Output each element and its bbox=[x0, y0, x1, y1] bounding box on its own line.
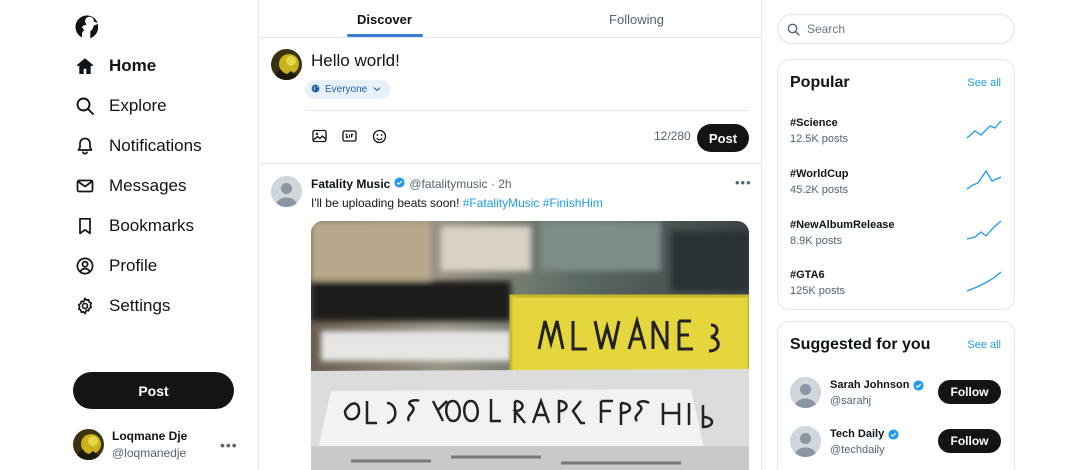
compose-divider bbox=[305, 110, 749, 111]
search-input[interactable] bbox=[807, 22, 997, 36]
suggested-handle: @techdaily bbox=[830, 444, 885, 456]
follow-button[interactable]: Follow bbox=[938, 380, 1001, 404]
post-time: · 2h bbox=[490, 177, 512, 191]
user-circle-icon bbox=[74, 255, 96, 277]
sparkline-icon bbox=[966, 220, 1002, 240]
compose-box: Hello world! Everyone 12/280 Post bbox=[259, 38, 761, 164]
compose-post-button[interactable]: Post bbox=[697, 124, 749, 152]
home-icon bbox=[74, 55, 96, 77]
gear-icon bbox=[74, 295, 96, 317]
main-feed: Discover Following Hello world! Everyone bbox=[259, 0, 762, 470]
author-name[interactable]: Fatality Music bbox=[311, 177, 390, 191]
avatar[interactable] bbox=[790, 426, 821, 457]
trend-item[interactable]: #Science 12.5K posts bbox=[790, 115, 1002, 155]
post-more-icon[interactable]: ••• bbox=[735, 175, 752, 190]
popular-card: Popular See all #Science 12.5K posts #Wo… bbox=[777, 59, 1015, 310]
app-root: Home Explore Notifications Messages Book… bbox=[0, 0, 1080, 470]
search-icon bbox=[74, 95, 96, 117]
chevron-down-icon bbox=[373, 84, 381, 95]
emoji-icon[interactable] bbox=[371, 128, 387, 144]
verified-badge-icon bbox=[394, 177, 405, 191]
image-icon[interactable] bbox=[311, 128, 327, 144]
nav-item-profile[interactable]: Profile bbox=[74, 246, 202, 286]
sidebar-post-button[interactable]: Post bbox=[73, 372, 234, 409]
more-options-icon[interactable]: ••• bbox=[220, 437, 238, 453]
popular-see-all-link[interactable]: See all bbox=[967, 77, 1001, 89]
logo-icon[interactable] bbox=[74, 14, 100, 40]
verified-badge-icon bbox=[913, 379, 925, 391]
avatar[interactable] bbox=[790, 377, 821, 408]
nav-item-notifications[interactable]: Notifications bbox=[74, 126, 202, 166]
bell-icon bbox=[74, 135, 96, 157]
verified-badge-icon bbox=[888, 428, 899, 440]
compose-toolbar bbox=[311, 128, 401, 144]
nav-item-explore[interactable]: Explore bbox=[74, 86, 202, 126]
right-sidebar: Popular See all #Science 12.5K posts #Wo… bbox=[762, 0, 1080, 470]
audience-label: Everyone bbox=[325, 84, 368, 95]
avatar[interactable] bbox=[271, 176, 302, 207]
character-count: 12/280 bbox=[654, 129, 691, 143]
tab-following[interactable]: Following bbox=[511, 0, 761, 38]
hashtag-link[interactable]: #FatalityMusic bbox=[463, 196, 540, 210]
suggested-user: Tech Daily @techdaily Follow bbox=[790, 426, 1002, 462]
search-icon bbox=[787, 23, 800, 36]
nav-item-messages[interactable]: Messages bbox=[74, 166, 202, 206]
globe-icon bbox=[311, 84, 320, 96]
main-nav: Home Explore Notifications Messages Book… bbox=[74, 46, 202, 326]
audience-selector[interactable]: Everyone bbox=[305, 80, 391, 99]
suggested-see-all-link[interactable]: See all bbox=[967, 339, 1001, 351]
follow-button[interactable]: Follow bbox=[938, 429, 1001, 453]
search-box[interactable] bbox=[777, 14, 1015, 44]
left-sidebar: Home Explore Notifications Messages Book… bbox=[0, 0, 259, 470]
sparkline-icon bbox=[966, 169, 1002, 190]
suggested-name[interactable]: Tech Daily bbox=[830, 428, 899, 440]
tab-discover[interactable]: Discover bbox=[259, 0, 510, 38]
nav-item-bookmarks[interactable]: Bookmarks bbox=[74, 206, 202, 246]
sparkline-icon bbox=[966, 120, 1002, 139]
suggested-card: Suggested for you See all Sarah Johnson … bbox=[777, 321, 1015, 470]
post-text: I'll be uploading beats soon! #FatalityM… bbox=[311, 196, 603, 210]
suggested-title: Suggested for you bbox=[790, 336, 931, 353]
trend-item[interactable]: #GTA6 125K posts bbox=[790, 267, 1002, 307]
avatar bbox=[271, 49, 302, 80]
post-header: Fatality Music @fatalitymusic · 2h bbox=[311, 177, 512, 191]
suggested-handle: @sarahj bbox=[830, 395, 872, 407]
nav-item-settings[interactable]: Settings bbox=[74, 286, 202, 326]
nav-label-home: Home bbox=[109, 56, 157, 75]
author-handle[interactable]: @fatalitymusic bbox=[409, 177, 487, 191]
post-card[interactable]: Fatality Music @fatalitymusic · 2h ••• I… bbox=[259, 164, 761, 470]
nav-label-settings: Settings bbox=[109, 296, 171, 315]
nav-label-messages: Messages bbox=[109, 176, 187, 195]
compose-input[interactable]: Hello world! bbox=[311, 51, 400, 71]
nav-item-home[interactable]: Home bbox=[74, 46, 202, 86]
suggested-name[interactable]: Sarah Johnson bbox=[830, 379, 925, 391]
account-switcher[interactable]: Loqmane Dje @loqmanedje bbox=[73, 429, 187, 460]
trend-item[interactable]: #WorldCup 45.2K posts bbox=[790, 166, 1002, 206]
sparkline-icon bbox=[966, 271, 1002, 292]
nav-label-bookmarks: Bookmarks bbox=[109, 216, 195, 235]
nav-label-notifications: Notifications bbox=[109, 136, 202, 155]
account-name: Loqmane Dje bbox=[112, 429, 188, 443]
gif-icon[interactable] bbox=[341, 128, 357, 144]
post-image[interactable] bbox=[311, 221, 749, 470]
tab-active-indicator bbox=[347, 34, 423, 37]
nav-label-profile: Profile bbox=[109, 256, 158, 275]
avatar bbox=[73, 429, 104, 460]
popular-title: Popular bbox=[790, 74, 850, 91]
bookmark-icon bbox=[74, 215, 96, 237]
nav-label-explore: Explore bbox=[109, 96, 167, 115]
hashtag-link[interactable]: #FinishHim bbox=[543, 196, 603, 210]
account-handle: @loqmanedje bbox=[112, 446, 187, 460]
suggested-user: Sarah Johnson @sarahj Follow bbox=[790, 377, 1002, 413]
feed-tabs: Discover Following bbox=[259, 0, 761, 38]
envelope-icon bbox=[74, 175, 96, 197]
trend-item[interactable]: #NewAlbumRelease 8.9K posts bbox=[790, 217, 1002, 257]
